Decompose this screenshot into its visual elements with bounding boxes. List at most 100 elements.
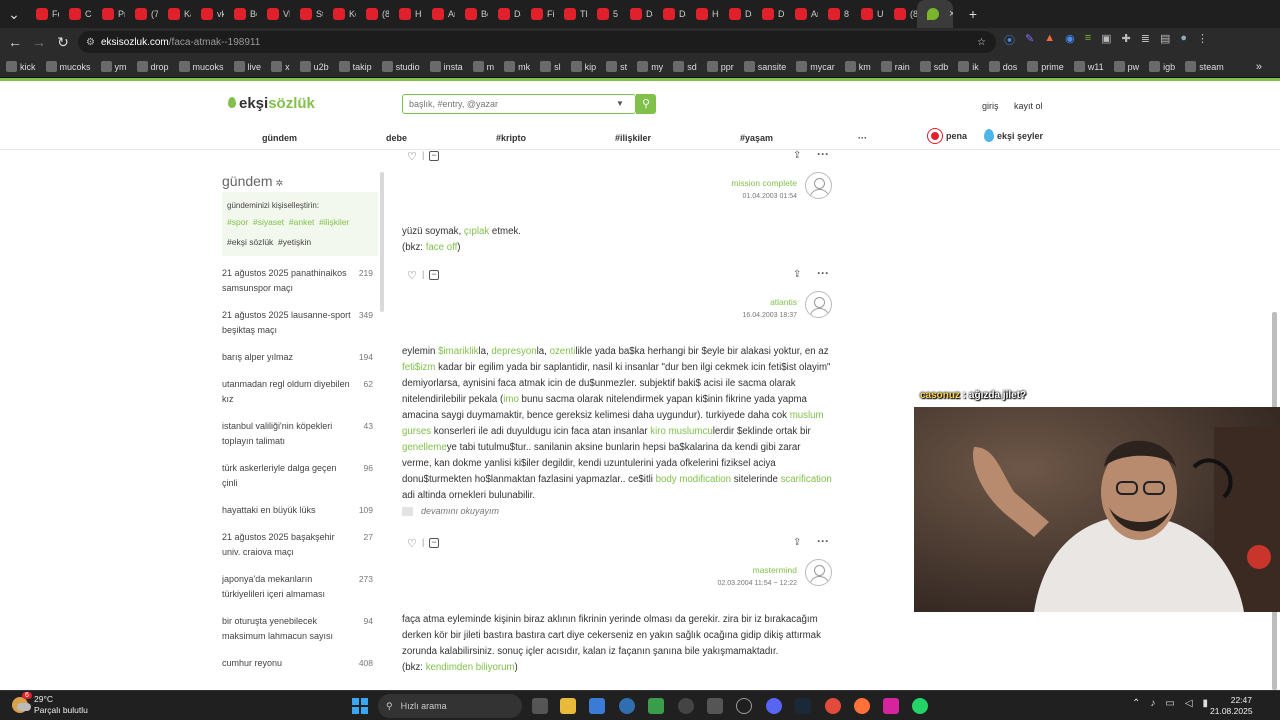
obs-icon[interactable] <box>678 698 694 714</box>
forward-icon[interactable]: → <box>27 30 51 54</box>
task-view-icon[interactable] <box>532 698 548 714</box>
extension-icon[interactable]: ⦿ <box>1004 32 1015 48</box>
topic-item[interactable]: barış alper yılmaz 194 <box>222 350 378 365</box>
whatsapp-icon[interactable] <box>912 698 928 714</box>
monitor-icon[interactable]: ▭ <box>1165 698 1174 709</box>
minus-icon[interactable]: − <box>429 270 439 280</box>
browser-tab[interactable]: vk <box>191 0 224 28</box>
bookmark-item[interactable]: studio <box>381 61 420 72</box>
topic-item[interactable]: 21 ağustos 2025 başakşehir univ. craiova… <box>222 530 378 560</box>
taskbar-search[interactable]: ⚲ Hızlı arama <box>378 694 522 718</box>
nav-debe[interactable]: debe <box>386 133 407 143</box>
bookmark-item[interactable]: mk <box>504 61 530 72</box>
browser-tab[interactable]: Ar <box>785 0 818 28</box>
bookmark-item[interactable]: prime <box>1027 61 1064 72</box>
bookmark-item[interactable]: ym <box>100 61 127 72</box>
bookmark-item[interactable]: sdb <box>919 61 948 72</box>
browser-tab[interactable]: Pr <box>92 0 125 28</box>
entry-link[interactable]: $imariklik <box>438 346 478 357</box>
bookmark-item[interactable]: m <box>472 61 494 72</box>
browser-tab[interactable]: (8 <box>356 0 389 28</box>
more-bookmarks-icon[interactable]: » <box>1256 61 1262 73</box>
extensions-puzzle-icon[interactable]: ✚ <box>1122 32 1131 48</box>
browser-tab[interactable]: Be <box>224 0 257 28</box>
reload-icon[interactable]: ↻ <box>51 30 75 54</box>
entry-link[interactable]: genelleme <box>402 442 447 453</box>
browser-tab[interactable]: Th <box>554 0 587 28</box>
active-tab[interactable]: × <box>917 0 953 28</box>
bookmark-item[interactable]: st <box>606 61 627 72</box>
weather-widget[interactable]: 6 29°C Parçalı bulutlu <box>12 692 88 716</box>
extension-icon[interactable]: ◉ <box>1065 32 1075 48</box>
share-icon[interactable]: ⇪ <box>793 150 801 161</box>
back-icon[interactable]: ← <box>3 30 27 54</box>
bookmark-item[interactable]: steam <box>1185 61 1224 72</box>
topic-item[interactable]: türk askerleriyle dalga geçen çinli 96 <box>222 461 378 491</box>
extension-icon[interactable]: ✎ <box>1025 32 1034 48</box>
entry-date[interactable]: 16.04.2003 18:37 <box>743 312 798 319</box>
clock[interactable]: 22:47 21.08.2025 <box>1210 695 1253 717</box>
star-icon[interactable]: ☆ <box>977 37 986 48</box>
tab-list-icon[interactable]: ⌄ <box>2 2 26 26</box>
minus-icon[interactable]: − <box>429 538 439 548</box>
heart-icon[interactable]: ♡ <box>407 150 417 163</box>
author-avatar[interactable] <box>805 291 832 318</box>
bookmark-item[interactable]: ik <box>958 61 979 72</box>
more-icon[interactable]: ··· <box>817 534 829 548</box>
author-avatar[interactable] <box>805 172 832 199</box>
bookmark-item[interactable]: sansite <box>743 61 786 72</box>
mic-icon[interactable]: ♪ <box>1150 698 1155 709</box>
extension-icon[interactable]: ▲ <box>1044 32 1055 48</box>
entry-link[interactable]: face off <box>426 242 458 253</box>
browser-tab[interactable]: Ar <box>422 0 455 28</box>
browser-tab[interactable]: (8 <box>884 0 917 28</box>
close-tab-icon[interactable]: × <box>949 8 953 20</box>
browser-tab[interactable]: Ho <box>686 0 719 28</box>
bookmark-item[interactable]: kip <box>570 61 596 72</box>
topic-item[interactable]: utanmadan regl oldum diyebilen kız 62 <box>222 377 378 407</box>
browser-tab[interactable]: DJ <box>620 0 653 28</box>
topic-item[interactable]: istanbul valiliği'nin köpekleri toplayın… <box>222 419 378 449</box>
entry-link[interactable]: feti$izm <box>402 362 435 373</box>
browser-tab[interactable]: (7 <box>125 0 158 28</box>
more-icon[interactable]: ··· <box>817 150 829 161</box>
site-logo[interactable]: ekşisözlük <box>228 95 315 112</box>
nav-iliskiler[interactable]: #ilişkiler <box>615 133 651 143</box>
browser-tab[interactable]: DJ <box>653 0 686 28</box>
browser-tab[interactable]: Di <box>752 0 785 28</box>
entry-date[interactable]: 02.03.2004 11:54 ~ 12:22 <box>718 580 797 587</box>
browser-tab[interactable]: DJ <box>719 0 752 28</box>
more-icon[interactable]: ··· <box>817 266 829 280</box>
bookmark-item[interactable]: x <box>271 61 290 72</box>
browser-tab[interactable]: Ca <box>59 0 92 28</box>
extension-icon[interactable]: ▣ <box>1101 32 1111 48</box>
file-explorer-icon[interactable] <box>560 698 576 714</box>
eksi-seyler-link[interactable]: ekşi şeyler <box>984 129 1043 142</box>
search-dropdown-icon[interactable]: ▼ <box>616 99 624 108</box>
entry-link[interactable]: ozenti <box>550 346 576 357</box>
volume-icon[interactable]: ◁ <box>1185 698 1193 709</box>
chevron-up-icon[interactable]: ⌃ <box>1132 698 1140 709</box>
bookmark-item[interactable]: u2b <box>299 61 329 72</box>
browser-tab[interactable]: DJ <box>488 0 521 28</box>
entry-link[interactable]: scarification <box>781 474 832 485</box>
bookmark-item[interactable]: sl <box>540 61 561 72</box>
entry-date[interactable]: 01.04.2003 01:54 <box>743 193 798 200</box>
discord-icon[interactable] <box>766 698 782 714</box>
search-input[interactable] <box>402 94 636 114</box>
author-avatar[interactable] <box>805 559 832 586</box>
bookmark-item[interactable]: my <box>637 61 663 72</box>
entry-link[interactable]: kiro muslumcu <box>650 426 712 437</box>
profile-avatar[interactable]: ● <box>1180 32 1187 48</box>
bookmark-item[interactable]: rain <box>880 61 910 72</box>
bookmark-item[interactable]: km <box>844 61 871 72</box>
app-icon[interactable] <box>707 698 723 714</box>
settings-icon[interactable] <box>619 698 635 714</box>
bookmark-item[interactable]: mycar <box>796 61 835 72</box>
bookmark-item[interactable]: live <box>233 61 261 72</box>
firefox-icon[interactable] <box>854 698 870 714</box>
browser-tab[interactable]: UI <box>851 0 884 28</box>
nav-kripto[interactable]: #kripto <box>496 133 526 143</box>
browser-tab[interactable]: St <box>290 0 323 28</box>
bookmark-item[interactable]: dos <box>988 61 1017 72</box>
